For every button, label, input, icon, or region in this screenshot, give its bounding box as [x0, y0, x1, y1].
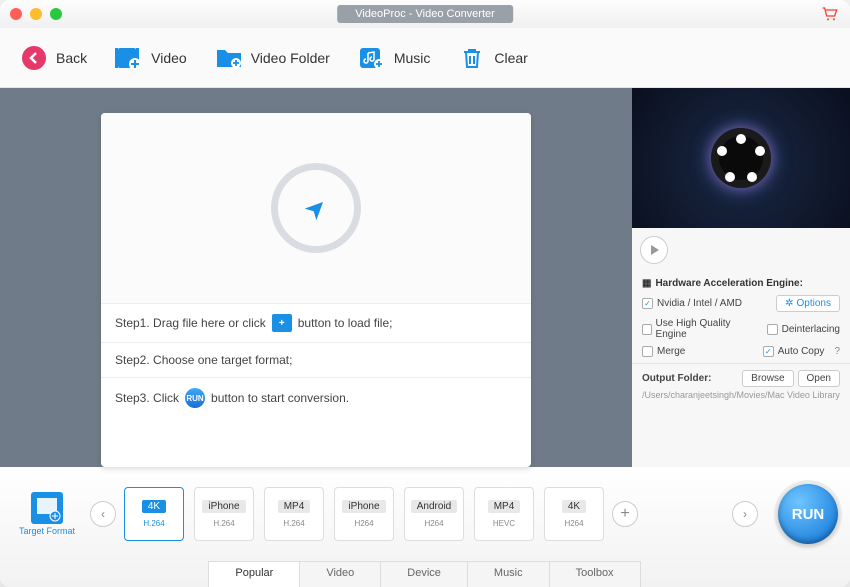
options-button[interactable]: ✲ Options — [776, 295, 840, 312]
mini-run-icon: RUN — [185, 388, 205, 408]
tab-music[interactable]: Music — [467, 561, 550, 587]
video-label: Video — [151, 50, 187, 66]
target-format[interactable]: Target Format — [12, 492, 82, 536]
stage: ➤ Step1. Drag file here or click + butto… — [0, 88, 632, 467]
back-button[interactable]: Back — [20, 45, 87, 71]
add-video-button[interactable]: Video — [115, 45, 187, 71]
back-icon — [20, 45, 48, 71]
step-1: Step1. Drag file here or click + button … — [101, 303, 531, 342]
preset-item[interactable]: AndroidH264 — [404, 487, 464, 541]
preset-item[interactable]: iPhoneH.264 — [194, 487, 254, 541]
music-icon — [358, 45, 386, 71]
close-window[interactable] — [10, 8, 22, 20]
output-label: Output Folder: — [642, 373, 711, 384]
play-button[interactable] — [640, 236, 668, 264]
instruction-card: ➤ Step1. Drag file here or click + butto… — [101, 113, 531, 467]
main-area: ➤ Step1. Drag file here or click + butto… — [0, 88, 850, 467]
toolbar: Back Video Video Folder Music Clear — [0, 28, 850, 88]
titlebar: VideoProc - Video Converter — [0, 0, 850, 28]
clear-label: Clear — [494, 50, 527, 66]
target-format-icon — [31, 492, 63, 524]
side-panel: ▦ Hardware Acceleration Engine: ✓Nvidia … — [632, 88, 850, 467]
tab-popular[interactable]: Popular — [208, 561, 300, 587]
bottom-bar: Target Format ‹ 4KH.264iPhoneH.264MP4H.2… — [0, 467, 850, 587]
folder-label: Video Folder — [251, 50, 330, 66]
preview-area — [632, 88, 850, 228]
tab-video[interactable]: Video — [299, 561, 381, 587]
autocopy-checkbox[interactable]: ✓Auto Copy — [763, 346, 825, 357]
hw-accel-title: ▦ Hardware Acceleration Engine: — [642, 278, 840, 289]
drop-zone[interactable]: ➤ — [101, 113, 531, 303]
folder-icon — [215, 45, 243, 71]
preset-item[interactable]: 4KH.264 — [124, 487, 184, 541]
chip-icon: ▦ — [642, 278, 651, 289]
category-tabs: PopularVideoDeviceMusicToolbox — [0, 561, 850, 587]
preset-item[interactable]: iPhoneH264 — [334, 487, 394, 541]
preset-item[interactable]: MP4H.264 — [264, 487, 324, 541]
open-button[interactable]: Open — [798, 370, 840, 387]
cart-icon[interactable] — [822, 7, 838, 21]
reel-icon — [711, 128, 771, 188]
mini-video-icon: + — [272, 314, 292, 332]
preset-item[interactable]: 4KH264 — [544, 487, 604, 541]
music-label: Music — [394, 50, 431, 66]
preset-list: 4KH.264iPhoneH.264MP4H.264iPhoneH264Andr… — [124, 487, 604, 541]
output-folder: Output Folder: Browse Open /Users/charan… — [632, 363, 850, 406]
format-strip: Target Format ‹ 4KH.264iPhoneH.264MP4H.2… — [0, 467, 850, 561]
tab-device[interactable]: Device — [380, 561, 468, 587]
minimize-window[interactable] — [30, 8, 42, 20]
merge-checkbox[interactable]: Merge — [642, 346, 685, 357]
drop-ring: ➤ — [271, 163, 361, 253]
browse-button[interactable]: Browse — [742, 370, 793, 387]
window-title: VideoProc - Video Converter — [337, 5, 513, 23]
video-icon — [115, 45, 143, 71]
app-window: VideoProc - Video Converter Back Video V… — [0, 0, 850, 587]
gear-icon: ✲ — [785, 298, 793, 309]
add-music-button[interactable]: Music — [358, 45, 431, 71]
preset-item[interactable]: MP4HEVC — [474, 487, 534, 541]
scroll-right[interactable]: › — [732, 501, 758, 527]
hq-checkbox[interactable]: Use High Quality Engine — [642, 318, 747, 340]
steps: Step1. Drag file here or click + button … — [101, 303, 531, 418]
hw-vendor-checkbox[interactable]: ✓Nvidia / Intel / AMD — [642, 298, 742, 309]
scroll-left[interactable]: ‹ — [90, 501, 116, 527]
maximize-window[interactable] — [50, 8, 62, 20]
trash-icon — [458, 45, 486, 71]
add-folder-button[interactable]: Video Folder — [215, 45, 330, 71]
run-button[interactable]: RUN — [778, 484, 838, 544]
help-icon[interactable]: ? — [834, 346, 840, 357]
output-path: /Users/charanjeetsingh/Movies/Mac Video … — [642, 390, 840, 400]
step-3: Step3. Click RUN button to start convers… — [101, 377, 531, 418]
arrow-icon: ➤ — [297, 189, 334, 226]
clear-button[interactable]: Clear — [458, 45, 527, 71]
step-2: Step2. Choose one target format; — [101, 342, 531, 377]
add-preset[interactable]: + — [612, 501, 638, 527]
back-label: Back — [56, 50, 87, 66]
options-panel: ▦ Hardware Acceleration Engine: ✓Nvidia … — [632, 272, 850, 363]
window-controls — [10, 8, 62, 20]
deinterlace-checkbox[interactable]: Deinterlacing — [767, 324, 840, 335]
tab-toolbox[interactable]: Toolbox — [549, 561, 641, 587]
